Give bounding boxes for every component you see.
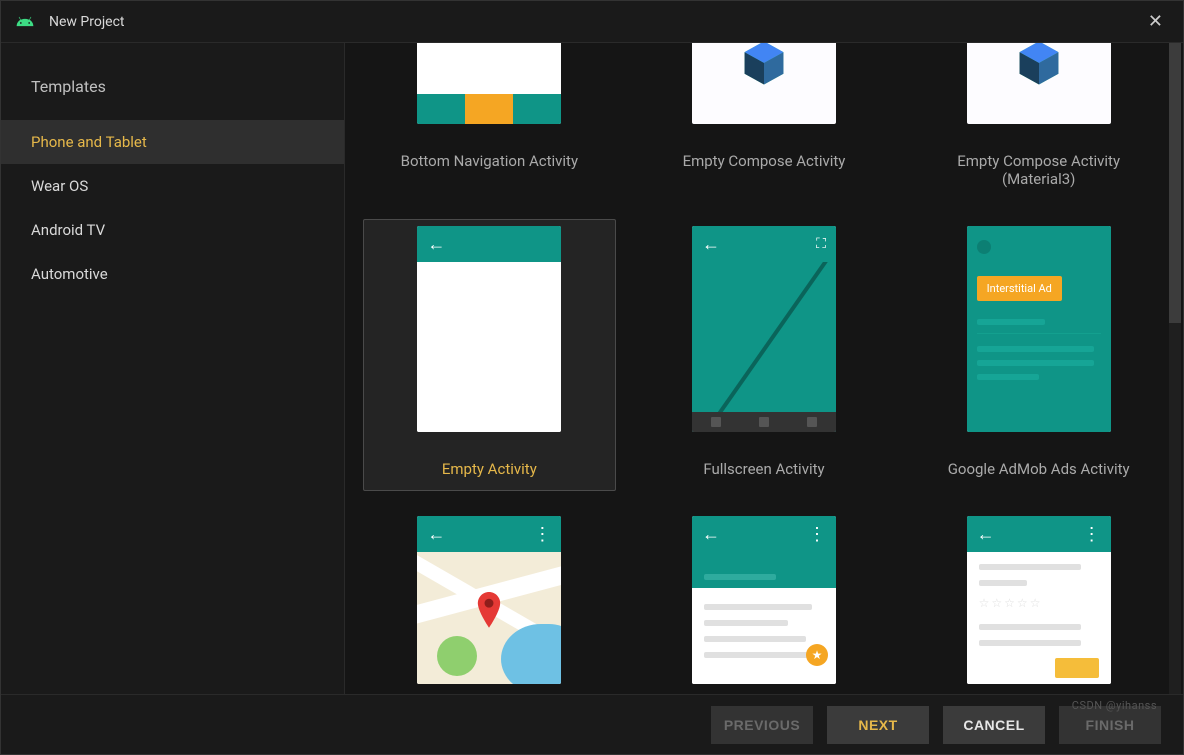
back-arrow-icon: ← xyxy=(702,234,720,255)
template-label: Empty Activity xyxy=(442,460,537,478)
template-responsive-activity[interactable]: ← ⋮ ☆☆☆☆☆ xyxy=(912,509,1165,694)
sidebar-heading: Templates xyxy=(1,67,344,120)
sidebar-item-label: Phone and Tablet xyxy=(31,133,147,151)
rating-stars-icon: ☆☆☆☆☆ xyxy=(979,596,1099,610)
finish-button: FINISH xyxy=(1059,706,1161,744)
map-pin-icon xyxy=(475,592,503,630)
menu-dots-icon: ⋮ xyxy=(1083,524,1101,545)
sidebar-item-label: Android TV xyxy=(31,221,105,239)
template-gallery[interactable]: Bottom Navigation Activity xyxy=(345,43,1183,694)
interstitial-ad-tag: Interstitial Ad xyxy=(977,276,1062,301)
sidebar-item-automotive[interactable]: Automotive xyxy=(1,252,344,296)
template-label: Google AdMob Ads Activity xyxy=(948,460,1130,478)
jetpack-compose-icon xyxy=(1012,43,1066,91)
next-button[interactable]: NEXT xyxy=(827,706,929,744)
scrollbar-thumb[interactable] xyxy=(1169,43,1181,323)
back-arrow-icon: ← xyxy=(427,524,445,545)
template-maps-activity[interactable]: ←⋮ xyxy=(363,509,616,694)
template-label: Bottom Navigation Activity xyxy=(401,152,578,170)
template-empty-compose-m3[interactable]: Empty Compose Activity (Material3) xyxy=(912,43,1165,201)
template-label: Empty Compose Activity (Material3) xyxy=(919,152,1158,188)
template-bottom-navigation[interactable]: Bottom Navigation Activity xyxy=(363,43,616,201)
titlebar: New Project ✕ xyxy=(1,1,1183,43)
template-label: Fullscreen Activity xyxy=(703,460,824,478)
back-arrow-icon: ← xyxy=(702,524,720,545)
back-arrow-icon: ← xyxy=(977,524,995,545)
fullscreen-icon: ⛶ xyxy=(816,236,826,252)
jetpack-compose-icon xyxy=(737,43,791,91)
close-icon[interactable]: ✕ xyxy=(1142,7,1169,36)
sidebar-item-phone-tablet[interactable]: Phone and Tablet xyxy=(1,120,344,164)
template-fullscreen-activity[interactable]: ← ⛶ Fullscreen Activity xyxy=(638,219,891,491)
sidebar-item-label: Automotive xyxy=(31,265,108,283)
previous-button: PREVIOUS xyxy=(711,706,813,744)
back-arrow-icon: ← xyxy=(427,234,445,255)
star-icon: ★ xyxy=(806,644,828,666)
template-empty-compose[interactable]: Empty Compose Activity xyxy=(638,43,891,201)
window-title: New Project xyxy=(49,14,1142,30)
menu-dots-icon: ⋮ xyxy=(533,524,551,545)
android-studio-icon xyxy=(15,12,35,32)
sidebar-item-android-tv[interactable]: Android TV xyxy=(1,208,344,252)
cancel-button[interactable]: CANCEL xyxy=(943,706,1045,744)
templates-sidebar: Templates Phone and Tablet Wear OS Andro… xyxy=(1,43,345,694)
template-empty-activity[interactable]: ← Empty Activity xyxy=(363,219,616,491)
template-admob-ads-activity[interactable]: Interstitial Ad Google AdMob Ads Activit… xyxy=(912,219,1165,491)
dialog-footer: PREVIOUS NEXT CANCEL FINISH CSDN @yihans… xyxy=(1,694,1183,754)
sidebar-item-label: Wear OS xyxy=(31,177,88,195)
template-primary-detail[interactable]: ← ⋮ ★ xyxy=(638,509,891,694)
dialog-body: Templates Phone and Tablet Wear OS Andro… xyxy=(1,43,1183,694)
template-label: Empty Compose Activity xyxy=(683,152,846,170)
new-project-dialog: New Project ✕ Templates Phone and Tablet… xyxy=(0,0,1184,755)
sidebar-item-wear-os[interactable]: Wear OS xyxy=(1,164,344,208)
menu-dots-icon: ⋮ xyxy=(808,524,826,545)
